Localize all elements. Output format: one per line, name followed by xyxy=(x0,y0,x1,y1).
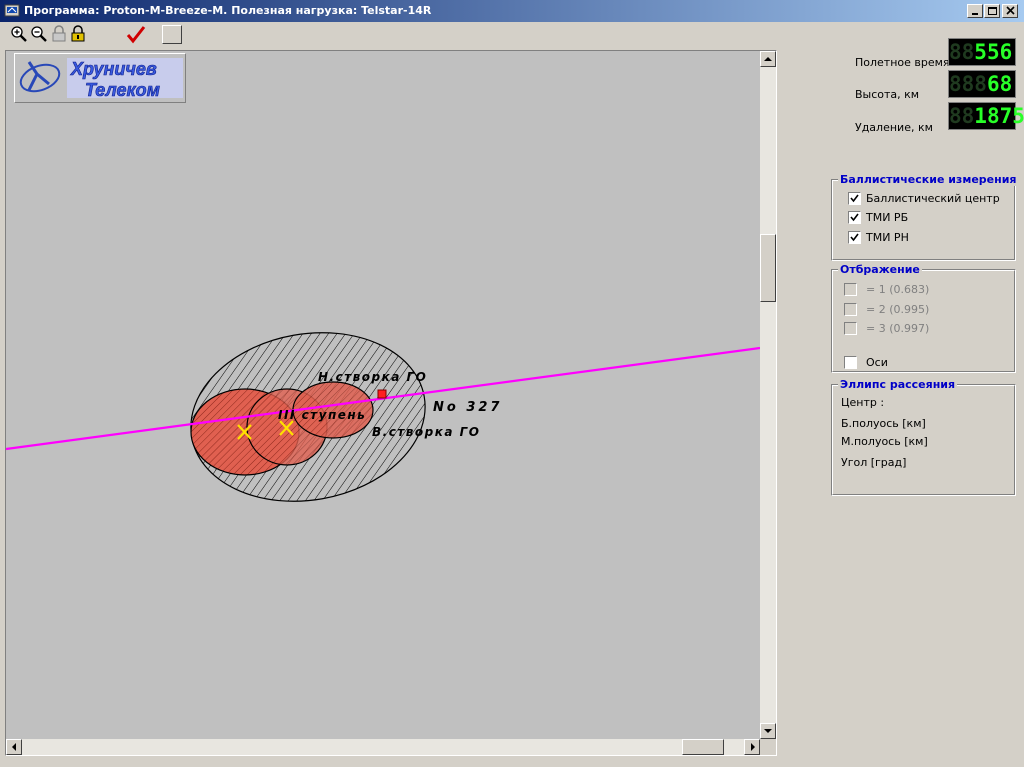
axes-label: Оси xyxy=(866,356,888,369)
map-view[interactable]: Н.створка ГО III ступень No 327 В.створк… xyxy=(5,50,777,756)
axes-checkbox[interactable] xyxy=(844,356,857,369)
display-group: Отбражение = 1 (0.683) = 2 (0.995) = 3 (… xyxy=(831,263,1016,373)
check-icon xyxy=(850,233,859,242)
zoom-in-icon xyxy=(11,26,27,42)
title-bar: Программа: Proton-M-Breeze-M. Полезная н… xyxy=(0,0,1024,22)
ballistics-group: Баллистические измерения Баллистический … xyxy=(831,173,1019,261)
blank-button[interactable] xyxy=(162,25,182,44)
arrow-left-icon xyxy=(12,743,16,751)
lock-button[interactable] xyxy=(69,25,87,43)
scroll-corner xyxy=(760,739,776,755)
zoom-out-icon xyxy=(31,26,47,42)
ballistic-center-checkbox[interactable] xyxy=(848,192,861,205)
scroll-left-button[interactable] xyxy=(6,739,22,755)
distance-display: 881875 xyxy=(948,102,1024,130)
angle-field-label: Угол [град] xyxy=(841,456,907,469)
zoom-out-button[interactable] xyxy=(30,25,48,43)
sigma-2-checkbox[interactable] xyxy=(844,303,857,316)
sigma-1-label: = 1 (0.683) xyxy=(866,283,930,296)
close-icon xyxy=(1006,6,1015,15)
unlock-button[interactable] xyxy=(50,25,68,43)
display-group-title: Отбражение xyxy=(838,263,922,276)
maximize-button[interactable] xyxy=(984,4,1000,18)
tmi-rn-label: ТМИ РН xyxy=(866,231,909,244)
flight-time-display: 88556 xyxy=(948,38,1016,66)
minimize-icon xyxy=(972,13,978,15)
tmi-rb-label: ТМИ РБ xyxy=(866,211,909,224)
arrow-right-icon xyxy=(751,743,755,751)
stage-label: III ступень xyxy=(278,408,366,422)
logo-line2: Телеком xyxy=(85,80,160,100)
minimize-button[interactable] xyxy=(967,4,983,18)
sigma-1-checkbox[interactable] xyxy=(844,283,857,296)
tmi-rb-checkbox[interactable] xyxy=(848,211,861,224)
lower-fairing-label: В.створка ГО xyxy=(372,425,480,439)
object-label: No 327 xyxy=(433,400,502,415)
altitude-display: 88868 xyxy=(948,70,1016,98)
maximize-icon xyxy=(988,7,997,15)
logo-line1: Хруничев xyxy=(70,59,157,79)
horizontal-scroll-thumb[interactable] xyxy=(682,739,724,755)
checkmark-icon xyxy=(126,26,146,44)
arrow-up-icon xyxy=(764,57,772,61)
arrow-down-icon xyxy=(764,729,772,733)
tmi-rn-checkbox[interactable] xyxy=(848,231,861,244)
scroll-down-button[interactable] xyxy=(760,723,776,739)
zoom-in-button[interactable] xyxy=(10,25,28,43)
window-title: Программа: Proton-M-Breeze-M. Полезная н… xyxy=(24,4,432,17)
altitude-label: Высота, км xyxy=(855,88,920,101)
ballistic-center-label: Баллистический центр xyxy=(866,192,1000,205)
vertical-scroll-thumb[interactable] xyxy=(760,234,776,302)
distance-label: Удаление, км xyxy=(855,121,933,134)
center-field-label: Центр : xyxy=(841,396,885,409)
apply-button[interactable] xyxy=(126,25,146,44)
lock-disabled-icon xyxy=(52,25,66,42)
object-marker xyxy=(377,389,387,399)
close-button[interactable] xyxy=(1002,4,1018,18)
scroll-right-button[interactable] xyxy=(744,739,760,755)
upper-fairing-label: Н.створка ГО xyxy=(318,370,427,384)
app-icon[interactable] xyxy=(4,3,20,19)
vertical-scrollbar[interactable] xyxy=(760,51,776,739)
lock-icon xyxy=(71,25,85,42)
sigma-3-label: = 3 (0.997) xyxy=(866,322,930,335)
ellipse-group-title: Эллипс рассеяния xyxy=(838,378,958,391)
logo-graphic: Хруничев Телеком xyxy=(19,58,183,100)
sigma-2-label: = 2 (0.995) xyxy=(866,303,930,316)
scroll-up-button[interactable] xyxy=(760,51,776,67)
minor-axis-field-label: М.полуось [км] xyxy=(841,435,928,448)
sigma-3-checkbox[interactable] xyxy=(844,322,857,335)
horizontal-scrollbar[interactable] xyxy=(6,739,760,755)
ballistics-group-title: Баллистические измерения xyxy=(838,173,1019,186)
major-axis-field-label: Б.полуось [км] xyxy=(841,417,926,430)
toolbar xyxy=(0,22,1024,46)
ellipse-group: Эллипс рассеяния Центр : Б.полуось [км] … xyxy=(831,378,1016,496)
check-icon xyxy=(850,213,859,222)
trajectory-map[interactable]: Н.створка ГО III ступень No 327 В.створк… xyxy=(6,51,760,739)
flight-time-label: Полетное время xyxy=(855,56,950,69)
company-logo: Хруничев Телеком xyxy=(14,53,186,103)
check-icon xyxy=(850,194,859,203)
